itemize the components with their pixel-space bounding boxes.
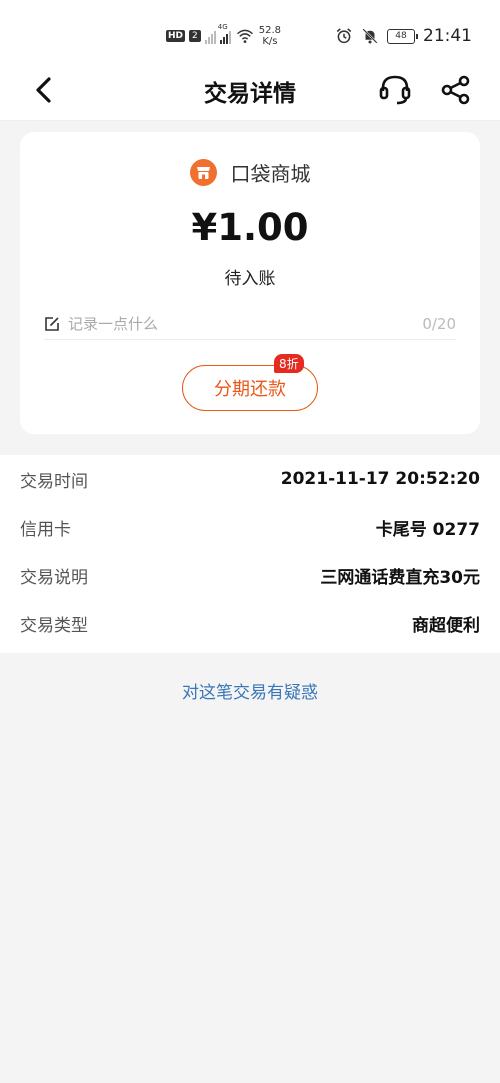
status-bar: HD 2 4G 52.8 K/s 48 21:41 <box>0 0 500 60</box>
customer-service-icon[interactable] <box>378 73 412 107</box>
detail-value: 2021-11-17 20:52:20 <box>280 469 480 489</box>
status-left: HD 2 4G 52.8 K/s <box>166 22 281 50</box>
signal-icon <box>204 28 216 44</box>
note-char-count: 0/20 <box>422 314 456 333</box>
detail-row-type: 交易类型 商超便利 <box>20 599 480 647</box>
edit-icon <box>45 316 59 331</box>
share-icon[interactable] <box>440 74 472 106</box>
network-speed-unit: K/s <box>262 36 278 47</box>
note-input[interactable] <box>68 314 423 333</box>
mute-bell-icon <box>362 28 378 44</box>
hd-badge: HD <box>166 30 186 42</box>
detail-value: 卡尾号 0277 <box>375 519 480 540</box>
detail-row-time: 交易时间 2021-11-17 20:52:20 <box>20 455 480 503</box>
network-type: 4G <box>217 23 228 31</box>
detail-label: 信用卡 <box>20 519 71 540</box>
transaction-status: 待入账 <box>224 269 276 289</box>
transaction-details: 交易时间 2021-11-17 20:52:20 信用卡 卡尾号 0277 交易… <box>0 455 500 653</box>
alarm-icon <box>336 28 352 44</box>
transaction-summary-card: 口袋商城 ¥1.00 待入账 0/20 分期还款 8折 <box>20 132 480 434</box>
sim-indicator: 2 <box>189 30 201 42</box>
detail-value: 三网通话费直充30元 <box>320 567 480 588</box>
detail-row-card: 信用卡 卡尾号 0277 <box>20 503 480 551</box>
transaction-amount: ¥1.00 <box>191 206 309 249</box>
nav-bar: 交易详情 <box>0 60 500 121</box>
network-speed: 52.8 K/s <box>259 25 281 47</box>
clock: 21:41 <box>423 26 472 46</box>
detail-value: 商超便利 <box>412 615 480 636</box>
merchant-row: 口袋商城 <box>20 158 480 187</box>
discount-badge: 8折 <box>274 354 304 373</box>
detail-label: 交易类型 <box>20 615 88 636</box>
note-row: 0/20 <box>44 308 456 340</box>
shop-icon <box>189 159 217 186</box>
detail-label: 交易时间 <box>20 471 88 492</box>
signal-4g-icon: 4G <box>218 23 231 44</box>
merchant-name: 口袋商城 <box>230 162 311 186</box>
wifi-icon <box>236 29 253 43</box>
network-speed-value: 52.8 <box>258 25 282 36</box>
dispute-transaction-link[interactable]: 对这笔交易有疑惑 <box>0 678 500 703</box>
page-title: 交易详情 <box>204 81 296 107</box>
battery-icon: 48 <box>387 28 418 44</box>
detail-label: 交易说明 <box>20 567 88 588</box>
status-right: 48 21:41 <box>335 26 472 46</box>
detail-row-description: 交易说明 三网通话费直充30元 <box>20 551 480 599</box>
